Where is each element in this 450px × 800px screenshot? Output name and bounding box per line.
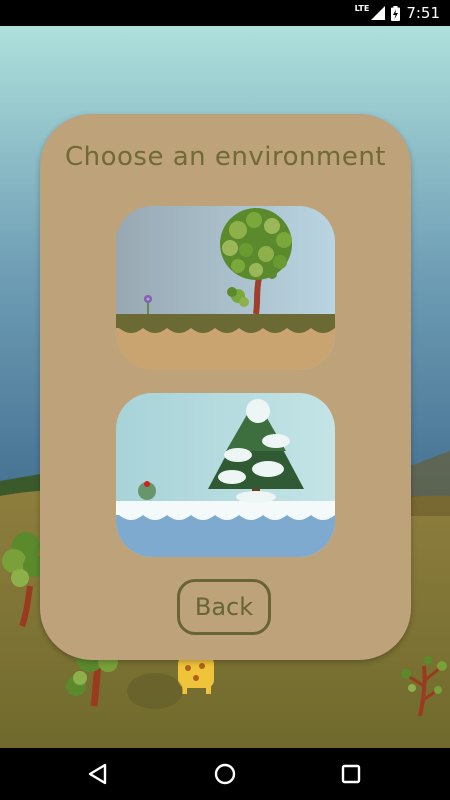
navigation-bar [0, 748, 450, 800]
dialog-title: Choose an environment [64, 142, 386, 172]
grassland-environment-option[interactable] [116, 206, 335, 370]
status-icons: LTE 7:51 [355, 0, 440, 26]
back-triangle-icon[interactable] [84, 760, 112, 788]
status-bar: LTE 7:51 [0, 0, 450, 26]
clock: 7:51 [406, 4, 440, 22]
battery-charging-icon [391, 5, 401, 21]
recents-square-icon[interactable] [337, 760, 365, 788]
signal-icon [371, 6, 386, 20]
lte-label: LTE [354, 3, 370, 13]
choose-environment-dialog: Choose an environment Back [40, 114, 411, 660]
winter-environment-option[interactable] [116, 393, 335, 557]
tree-canopy [220, 208, 292, 280]
home-circle-icon[interactable] [211, 760, 239, 788]
back-button[interactable]: Back [177, 579, 271, 635]
